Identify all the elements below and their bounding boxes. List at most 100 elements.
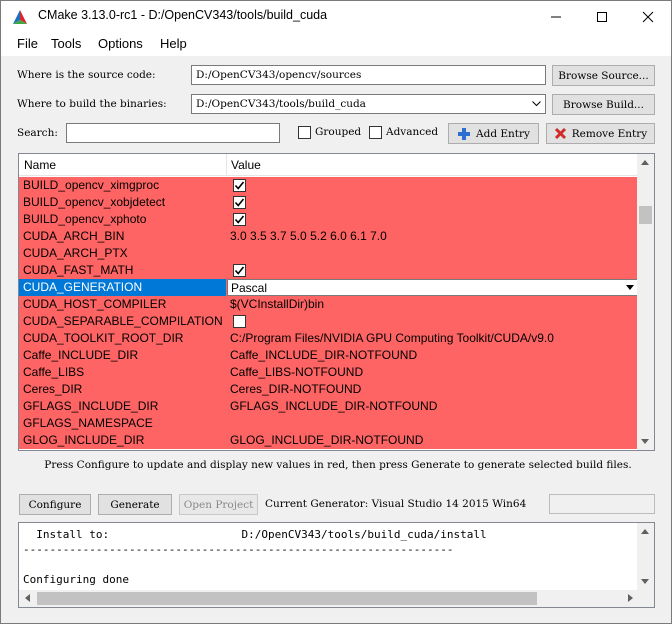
cache-table[interactable]: Name Value BUILD_opencv_ximgproc BUILD_op… [18,153,655,451]
output-line: ----------------------------------------… [23,543,454,556]
table-row[interactable]: CUDA_SEPARABLE_COMPILATION [19,313,639,330]
generate-button[interactable]: Generate [98,494,172,515]
output-vertical-scrollbar[interactable] [637,523,654,590]
search-input[interactable] [66,123,280,143]
row-name[interactable]: GLOG_INCLUDE_DIR [19,432,226,449]
source-path-field[interactable]: D:/OpenCV343/opencv/sources [191,65,546,85]
browse-source-button[interactable]: Browse Source... [552,65,655,86]
row-value[interactable]: Ceres_DIR-NOTFOUND [227,381,639,398]
row-value[interactable]: $(VCInstallDir)bin [227,296,639,313]
row-name[interactable]: CUDA_HOST_COMPILER [19,296,226,313]
check-icon [234,266,245,275]
row-value-checkbox[interactable] [233,179,246,192]
close-button[interactable] [625,1,671,32]
browse-build-button[interactable]: Browse Build... [552,94,655,115]
menu-file[interactable]: File [17,36,38,51]
horizontal-scroll-thumb[interactable] [37,592,537,605]
add-entry-button[interactable]: Add Entry [448,123,539,144]
row-value-combobox[interactable]: Pascal [227,279,639,296]
row-name[interactable]: CUDA_FAST_MATH [19,262,226,279]
remove-entry-button[interactable]: Remove Entry [546,123,655,144]
name-column-header[interactable]: Name [24,158,56,172]
table-row[interactable]: CUDA_TOOLKIT_ROOT_DIR C:/Program Files/NV… [19,330,639,347]
grouped-checkbox[interactable] [298,126,311,139]
row-name[interactable]: Caffe_INCLUDE_DIR [19,347,226,364]
row-name[interactable]: Ceres_DIR [19,381,226,398]
menu-tools[interactable]: Tools [51,36,81,51]
table-row[interactable]: CUDA_GENERATION Pascal [19,279,639,296]
table-row[interactable]: Ceres_DIR Ceres_DIR-NOTFOUND [19,381,639,398]
row-name[interactable]: CUDA_TOOLKIT_ROOT_DIR [19,330,226,347]
row-value-text: GFLAGS_INCLUDE_DIR-NOTFOUND [230,399,438,413]
table-row[interactable]: BUILD_opencv_xphoto [19,211,639,228]
scroll-right-arrow-icon[interactable] [628,594,633,602]
row-value[interactable] [227,415,639,432]
scroll-down-arrow-icon[interactable] [641,439,649,444]
remove-icon [554,127,566,140]
title-bar[interactable]: CMake 3.13.0-rc1 - D:/OpenCV343/tools/bu… [1,1,671,32]
menu-bar: File Tools Options Help [1,32,671,56]
table-row[interactable]: GFLAGS_INCLUDE_DIR GFLAGS_INCLUDE_DIR-NOT… [19,398,639,415]
menu-help[interactable]: Help [160,36,187,51]
row-value[interactable] [227,245,639,262]
row-name[interactable]: CUDA_GENERATION [19,279,226,296]
table-row[interactable]: CUDA_ARCH_PTX [19,245,639,262]
grouped-label: Grouped [315,126,362,138]
minimize-button[interactable] [533,1,579,32]
open-project-button[interactable]: Open Project [179,494,258,515]
menu-options[interactable]: Options [98,36,143,51]
remove-entry-label: Remove Entry [571,127,648,140]
output-log[interactable]: Install to: D:/OpenCV343/tools/build_cud… [18,522,655,608]
table-row[interactable]: GLOG_INCLUDE_DIR GLOG_INCLUDE_DIR-NOTFOUN… [19,432,639,449]
row-name[interactable]: GFLAGS_NAMESPACE [19,415,226,432]
row-name[interactable]: BUILD_opencv_xobjdetect [19,194,226,211]
table-vertical-scrollbar[interactable] [637,154,654,450]
row-value[interactable]: C:/Program Files/NVIDIA GPU Computing To… [227,330,639,347]
row-value[interactable]: Caffe_INCLUDE_DIR-NOTFOUND [227,347,639,364]
scroll-left-arrow-icon[interactable] [25,594,30,602]
row-name[interactable]: CUDA_SEPARABLE_COMPILATION [19,313,226,330]
configure-button[interactable]: Configure [19,494,91,515]
table-header: Name Value [19,154,639,176]
row-name[interactable]: Caffe_LIBS [19,364,226,381]
configure-hint: Press Configure to update and display ne… [44,459,632,471]
chevron-down-icon [532,101,541,107]
maximize-icon [597,11,607,22]
row-name[interactable]: CUDA_ARCH_BIN [19,228,226,245]
row-name[interactable]: CUDA_ARCH_PTX [19,245,226,262]
row-value-checkbox[interactable] [233,264,246,277]
table-row[interactable]: Caffe_LIBS Caffe_LIBS-NOTFOUND [19,364,639,381]
scroll-up-arrow-icon[interactable] [641,160,649,165]
row-value[interactable]: GFLAGS_INCLUDE_DIR-NOTFOUND [227,398,639,415]
table-row[interactable]: CUDA_HOST_COMPILER $(VCInstallDir)bin [19,296,639,313]
column-separator[interactable] [226,154,227,176]
output-horizontal-scrollbar[interactable] [19,590,639,607]
table-row[interactable]: CUDA_FAST_MATH [19,262,639,279]
maximize-button[interactable] [579,1,625,32]
scroll-down-arrow-icon[interactable] [641,579,649,584]
table-row[interactable]: GFLAGS_NAMESPACE [19,415,639,432]
build-path-combobox[interactable]: D:/OpenCV343/tools/build_cuda [191,94,546,114]
table-row[interactable]: BUILD_opencv_xobjdetect [19,194,639,211]
dropdown-arrow-icon[interactable] [626,285,634,290]
row-value-checkbox[interactable] [233,196,246,209]
row-value-text: Caffe_LIBS-NOTFOUND [230,365,364,379]
table-row[interactable]: Caffe_INCLUDE_DIR Caffe_INCLUDE_DIR-NOTFO… [19,347,639,364]
row-value-checkbox[interactable] [233,315,246,328]
row-value[interactable]: 3.0 3.5 3.7 5.0 5.2 6.0 6.1 7.0 [227,228,639,245]
row-name[interactable]: BUILD_opencv_xphoto [19,211,226,228]
progress-bar [549,494,655,514]
row-name[interactable]: BUILD_opencv_ximgproc [19,177,226,194]
window-title: CMake 3.13.0-rc1 - D:/OpenCV343/tools/bu… [38,8,328,22]
advanced-label: Advanced [386,126,439,138]
scroll-thumb[interactable] [639,206,652,224]
advanced-checkbox[interactable] [369,126,382,139]
row-value[interactable]: Caffe_LIBS-NOTFOUND [227,364,639,381]
table-row[interactable]: BUILD_opencv_ximgproc [19,177,639,194]
value-column-header[interactable]: Value [231,158,261,172]
row-value-checkbox[interactable] [233,213,246,226]
row-name[interactable]: GFLAGS_INCLUDE_DIR [19,398,226,415]
row-value[interactable]: GLOG_INCLUDE_DIR-NOTFOUND [227,432,639,449]
scroll-up-arrow-icon[interactable] [641,529,649,534]
table-row[interactable]: CUDA_ARCH_BIN 3.0 3.5 3.7 5.0 5.2 6.0 6.1… [19,228,639,245]
